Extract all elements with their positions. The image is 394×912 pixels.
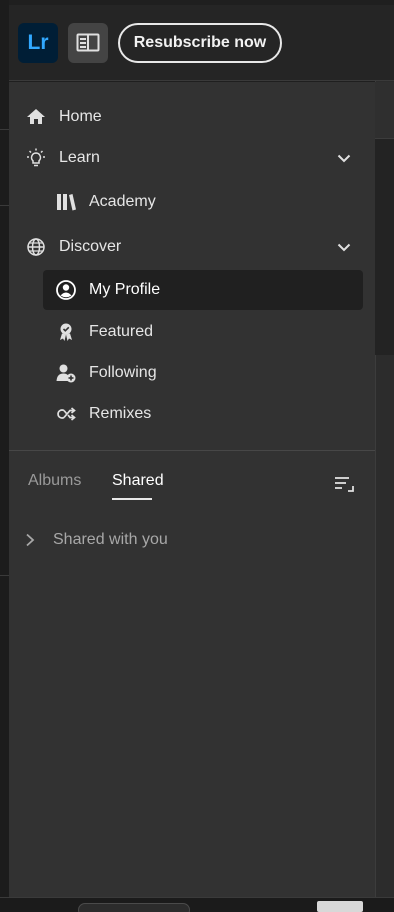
- resubscribe-button[interactable]: Resubscribe now: [118, 23, 282, 63]
- bottom-toolbar-icon[interactable]: [317, 901, 363, 912]
- nav-item-label: Learn: [59, 149, 100, 166]
- chevron-down-icon[interactable]: [336, 150, 352, 166]
- section-divider: [9, 450, 375, 451]
- nav-item-label: Featured: [89, 323, 154, 340]
- lightbulb-icon: [27, 148, 45, 167]
- lightroom-logo[interactable]: Lr: [18, 23, 58, 63]
- nav-item-home[interactable]: Home: [9, 97, 375, 137]
- nav-item-learn[interactable]: Learn: [9, 138, 375, 178]
- nav-item-label: Home: [59, 108, 102, 125]
- nav-item-label: My Profile: [89, 281, 161, 298]
- sort-icon[interactable]: [334, 474, 356, 494]
- panel-toggle-icon: [76, 33, 100, 52]
- tab-active-indicator: [112, 498, 152, 500]
- globe-icon: [27, 238, 45, 256]
- chevron-right-icon[interactable]: [23, 532, 37, 548]
- nav-item-label: Following: [89, 364, 157, 381]
- chevron-down-icon[interactable]: [336, 239, 352, 255]
- sidebar: Home Learn Academy Discover My Profile F…: [9, 82, 375, 897]
- background-divider: [0, 129, 9, 130]
- bottom-pill-control[interactable]: [78, 903, 190, 912]
- background-app-edge: [0, 0, 9, 912]
- tab-albums[interactable]: Albums: [28, 470, 81, 492]
- app-header: Lr Resubscribe now: [9, 5, 394, 81]
- nav-item-academy[interactable]: Academy: [9, 182, 375, 222]
- nav-item-remixes[interactable]: Remixes: [9, 394, 375, 434]
- background-toolbar: [375, 82, 394, 139]
- shared-with-you-folder[interactable]: Shared with you: [19, 528, 219, 552]
- nav-item-label: Academy: [89, 193, 156, 210]
- shared-with-you-label: Shared with you: [53, 531, 168, 548]
- nav-item-label: Remixes: [89, 405, 152, 422]
- profile-icon: [56, 280, 76, 300]
- books-icon: [57, 194, 76, 211]
- nav-item-featured[interactable]: Featured: [9, 312, 375, 352]
- nav-item-discover[interactable]: Discover: [9, 227, 375, 267]
- award-icon: [60, 323, 72, 341]
- tab-shared[interactable]: Shared: [112, 470, 164, 492]
- nav-item-following[interactable]: Following: [9, 353, 375, 393]
- nav-item-my-profile[interactable]: My Profile: [43, 270, 363, 310]
- follow-user-icon: [56, 364, 76, 383]
- remix-icon: [57, 407, 76, 421]
- background-divider: [0, 205, 9, 206]
- background-scroll-region: [375, 139, 394, 355]
- panel-toggle-button[interactable]: [68, 23, 108, 63]
- nav-item-label: Discover: [59, 238, 122, 255]
- background-divider: [0, 575, 9, 576]
- home-icon: [27, 109, 45, 124]
